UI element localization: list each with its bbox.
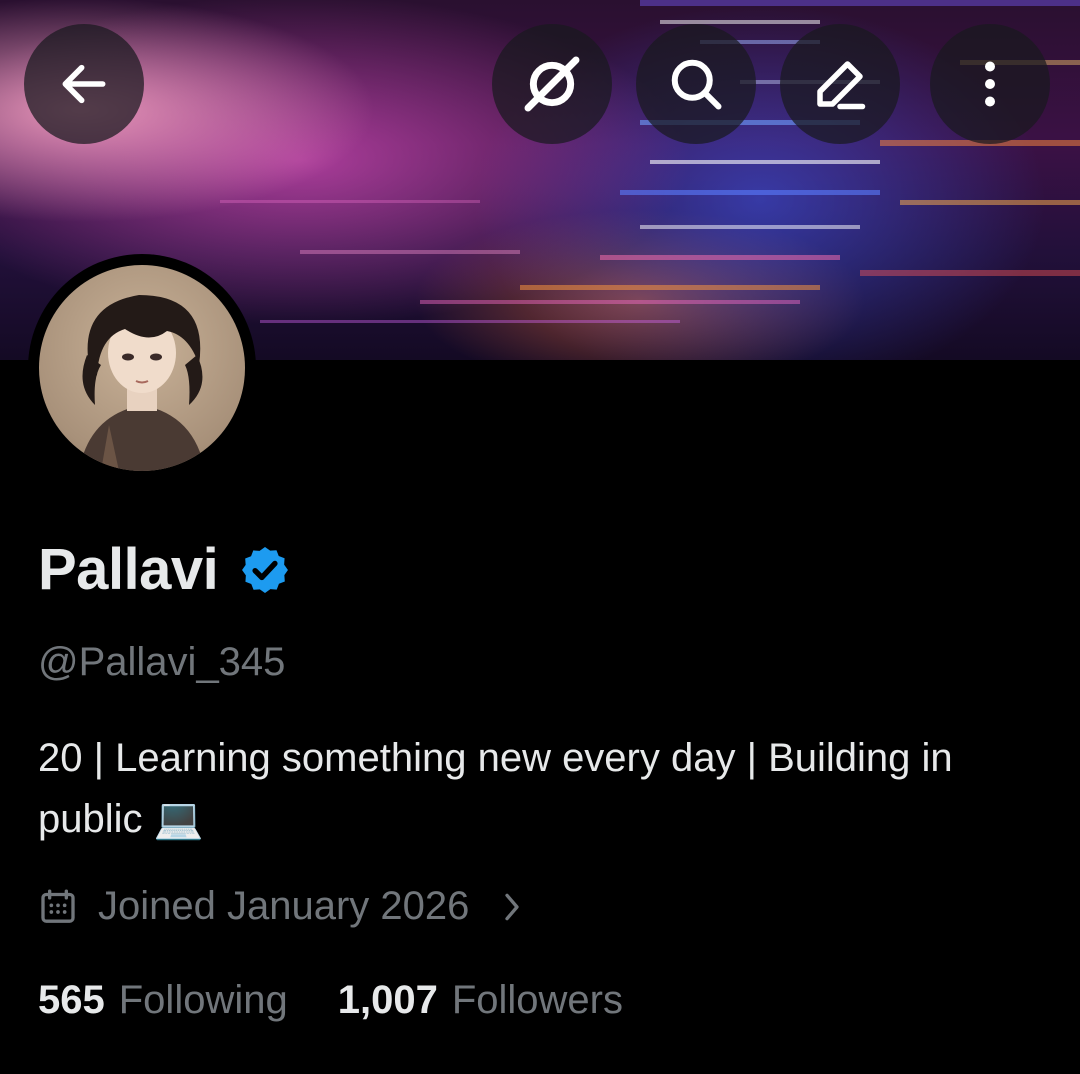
followers-link[interactable]: 1,007 Followers (338, 978, 623, 1023)
pencil-icon (817, 61, 866, 110)
search-icon (671, 59, 722, 110)
arrow-left-icon (62, 64, 106, 104)
joined-date-text: Joined January 2026 (98, 884, 470, 928)
following-label: Following (118, 978, 288, 1022)
profile-name: Pallavi (38, 537, 219, 602)
calendar-icon (41, 889, 75, 923)
edit-button[interactable] (780, 24, 900, 144)
followers-label: Followers (451, 978, 623, 1022)
avatar[interactable] (28, 254, 256, 482)
profile-handle: @Pallavi_345 (38, 640, 286, 684)
slashed-circle-icon (524, 56, 580, 112)
more-options-button[interactable] (930, 24, 1050, 144)
chevron-right-icon (505, 893, 520, 920)
verified-badge-icon[interactable] (238, 543, 292, 597)
following-link[interactable]: 565 Following (38, 978, 288, 1023)
back-button[interactable] (24, 24, 144, 144)
profile-stats: 565 Following 1,007 Followers (38, 978, 623, 1023)
profile-name-row: Pallavi (38, 536, 292, 603)
vertical-dots-icon (985, 61, 995, 107)
avatar-image (39, 265, 245, 471)
search-button[interactable] (636, 24, 756, 144)
profile-bio: 20 | Learning something new every day | … (38, 736, 953, 841)
following-count: 565 (38, 978, 105, 1022)
joined-date-row[interactable]: Joined January 2026 (38, 884, 527, 929)
grok-button[interactable] (492, 24, 612, 144)
followers-count: 1,007 (337, 978, 438, 1022)
